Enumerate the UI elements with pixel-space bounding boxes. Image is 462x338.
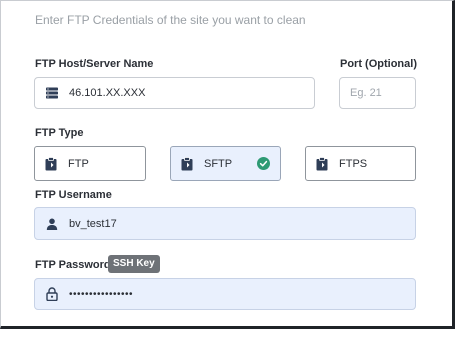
check-circle-icon — [257, 157, 270, 170]
ftp-type-option-sftp[interactable]: SFTP — [170, 146, 281, 181]
user-icon — [45, 217, 59, 231]
clipboard-icon — [316, 156, 328, 171]
username-label: FTP Username — [35, 189, 112, 201]
password-value: •••••••••••••••• — [69, 288, 134, 300]
ftp-type-option-label: FTPS — [339, 157, 368, 170]
ftp-type-option-label: FTP — [68, 157, 89, 170]
ftp-type-option-ftp[interactable]: FTP — [34, 146, 146, 181]
server-icon — [45, 86, 59, 100]
ftp-credentials-panel: Enter FTP Credentials of the site you wa… — [0, 0, 455, 329]
ftp-type-option-label: SFTP — [204, 157, 233, 170]
port-placeholder: Eg. 21 — [350, 87, 382, 99]
lock-icon — [45, 287, 59, 301]
port-label: Port (Optional) — [340, 58, 417, 70]
host-label: FTP Host/Server Name — [35, 58, 154, 70]
username-field[interactable]: bv_test17 — [34, 207, 416, 240]
intro-text: Enter FTP Credentials of the site you wa… — [35, 13, 306, 27]
ssh-key-toggle[interactable]: SSH Key — [108, 255, 160, 273]
password-label: FTP Password — [35, 259, 111, 271]
host-value: 46.101.XX.XXX — [69, 87, 146, 99]
username-value: bv_test17 — [69, 217, 117, 230]
clipboard-icon — [181, 156, 193, 171]
clipboard-icon — [45, 156, 57, 171]
ftp-type-option-ftps[interactable]: FTPS — [305, 146, 416, 181]
password-field[interactable]: •••••••••••••••• — [34, 278, 416, 310]
port-field[interactable]: Eg. 21 — [339, 77, 416, 109]
host-field[interactable]: 46.101.XX.XXX — [34, 77, 315, 109]
ftp-type-label: FTP Type — [35, 127, 84, 139]
